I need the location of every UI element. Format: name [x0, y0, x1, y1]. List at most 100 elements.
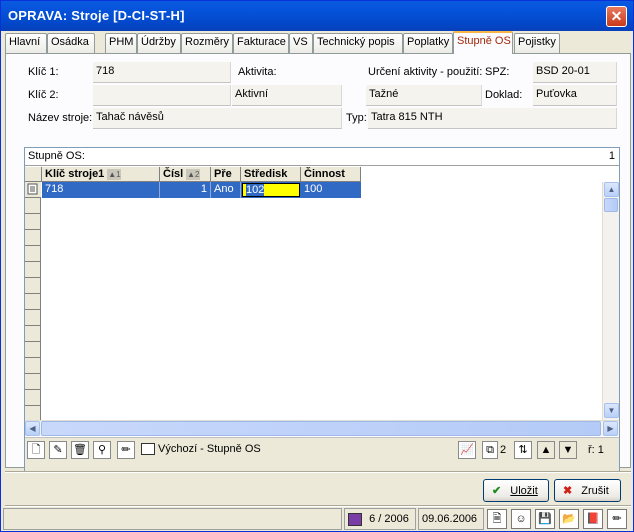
nazev-label: Název stroje: [28, 112, 93, 124]
cell-cislo[interactable]: 1 [160, 182, 211, 198]
row-indicator [25, 342, 41, 358]
scroll-down-icon[interactable]: ▼ [604, 403, 619, 418]
save-label: Uložit [510, 485, 538, 497]
move-down-icon[interactable]: ▼ [559, 441, 577, 459]
typ-field[interactable]: Tatra 815 NTH [368, 108, 617, 129]
urceni-field[interactable]: Tažné [366, 85, 482, 106]
copy-icon[interactable]: ⧉ [482, 441, 498, 459]
doklad-label: Doklad: [485, 89, 523, 101]
nazev-field[interactable]: Tahač návěsů [93, 108, 342, 129]
cell-cinnost[interactable]: 100 [301, 182, 361, 198]
tab-stupne-os[interactable]: Stupně OS [453, 31, 513, 54]
window-title: OPRAVA: Stroje [D-CI-ST-H] [8, 8, 185, 23]
col-header-klic-stroje[interactable]: Klíč stroje1 ▲1 [42, 167, 160, 182]
col-header-label: Čísl [163, 168, 184, 180]
col-header-stredisko[interactable]: Středisk [241, 167, 301, 182]
col-header-pre[interactable]: Pře [211, 167, 241, 182]
edit-record-icon[interactable]: ✎ [49, 441, 67, 459]
view-label[interactable]: Výchozí - Stupně OS [158, 443, 261, 455]
record-position: ř: 1 [588, 444, 604, 456]
grid-corner [25, 167, 42, 182]
cancel-button[interactable]: ✖ Zrušit [554, 479, 621, 502]
separator [5, 471, 631, 473]
row-indicator [25, 246, 41, 262]
delete-record-icon[interactable]: 🗑 [71, 441, 89, 459]
aktivita-field[interactable]: Aktivní [232, 85, 342, 106]
tab-rozmery[interactable]: Rozměry [181, 33, 233, 53]
row-indicator-column [25, 182, 41, 422]
urceni-label: Určení aktivity - použití: [368, 66, 483, 78]
status-bar: 6 / 2006 09.06.2006 🗎 ☺ 💾 📂 📕 ✏ [3, 507, 631, 531]
print-preview-icon[interactable]: 🗎 [487, 509, 507, 529]
close-button[interactable]: ✕ [606, 6, 627, 27]
aktivita-label: Aktivita: [238, 66, 277, 78]
tab-panel: Klíč 1: 718 Aktivita: Určení aktivity - … [5, 53, 631, 473]
spz-field[interactable]: BSD 20-01 [533, 62, 617, 83]
pencil-icon[interactable]: ✏ [117, 441, 135, 459]
chart-icon[interactable]: 📈 [458, 441, 476, 459]
cancel-icon: ✖ [563, 485, 573, 497]
tab-technicky-popis[interactable]: Technický popis [313, 33, 403, 53]
vertical-scroll-thumb[interactable] [604, 198, 618, 212]
tab-poplatky[interactable]: Poplatky [403, 33, 453, 53]
scroll-right-icon[interactable]: ▶ [603, 421, 618, 436]
check-icon: ✔ [492, 485, 502, 497]
calendar-icon [348, 513, 362, 526]
klic1-label: Klíč 1: [28, 66, 59, 78]
row-indicator [25, 374, 41, 390]
title-bar: OPRAVA: Stroje [D-CI-ST-H] ✕ [1, 1, 633, 31]
sort-indicator: ▲1 [107, 168, 122, 180]
cell-pre[interactable]: Ano [211, 182, 241, 198]
tab-vs[interactable]: VS [289, 33, 313, 53]
row-indicator [25, 278, 41, 294]
tab-udrzby[interactable]: Údržby [137, 33, 181, 53]
edit-pencil-icon[interactable]: ✏ [607, 509, 627, 529]
cell-stredisko-text: 102 [246, 184, 265, 196]
klic1-field[interactable]: 718 [93, 62, 231, 83]
status-period: 6 / 2006 [344, 508, 416, 530]
scroll-left-icon[interactable]: ◀ [25, 421, 40, 436]
row-indicator [25, 230, 41, 246]
tab-hlavni[interactable]: Hlavní [5, 33, 47, 53]
move-up-icon[interactable]: ▲ [537, 441, 555, 459]
tab-fakturace[interactable]: Fakturace [233, 33, 289, 53]
grid-toolbar: 🗋 ✎ 🗑 ⚲ ✏ Výchozí - Stupně OS 📈 ⧉ 2 ⇅ ▲ … [25, 437, 619, 472]
horizontal-scroll-thumb[interactable] [41, 421, 601, 436]
user-icon[interactable]: ☺ [511, 509, 531, 529]
status-date: 09.06.2006 [418, 508, 484, 530]
row-indicator [25, 358, 41, 374]
columns-icon[interactable]: ⇅ [514, 441, 532, 459]
klic2-field[interactable] [93, 85, 231, 106]
save-disk-icon[interactable]: 💾 [535, 509, 555, 529]
col-header-cislo[interactable]: Čísl ▲2 [160, 167, 211, 182]
col-header-cinnost[interactable]: Činnost [301, 167, 361, 182]
copy-count: 2 [500, 444, 507, 456]
tab-pojistky[interactable]: Pojistky [514, 33, 560, 53]
tab-strip: Hlavní Osádka PHM Údržby Rozměry Faktura… [5, 31, 631, 54]
grid-count: 1 [608, 150, 615, 162]
doklad-field[interactable]: Puťovka [533, 85, 617, 106]
row-indicator [25, 326, 41, 342]
cell-klic-stroje[interactable]: 718 [42, 182, 160, 198]
spz-label: SPZ: [485, 66, 510, 78]
book-icon[interactable]: 📕 [583, 509, 603, 529]
grid-title-bar: Stupně OS: 1 [25, 148, 619, 166]
tab-osadka[interactable]: Osádka [47, 33, 95, 53]
open-folder-icon[interactable]: 📂 [559, 509, 579, 529]
status-message [3, 508, 342, 530]
sort-indicator: ▲2 [186, 168, 201, 180]
dialog-window: OPRAVA: Stroje [D-CI-ST-H] ✕ Hlavní Osád… [0, 0, 634, 532]
find-icon[interactable]: ⚲ [93, 441, 111, 459]
row-indicator-current[interactable] [25, 182, 41, 198]
new-record-icon[interactable]: 🗋 [27, 441, 45, 459]
save-button[interactable]: ✔ Uložit [483, 479, 549, 502]
vertical-scrollbar[interactable]: ▲ ▼ [602, 182, 619, 420]
tab-phm[interactable]: PHM [105, 33, 137, 53]
typ-label: Typ: [346, 112, 367, 124]
horizontal-scrollbar[interactable]: ◀ ▶ [25, 420, 619, 436]
cell-stredisko-editor[interactable]: 102 [242, 183, 300, 197]
row-indicator [25, 262, 41, 278]
row-indicator [25, 294, 41, 310]
col-header-label: Klíč stroje1 [45, 168, 105, 180]
scroll-up-icon[interactable]: ▲ [604, 182, 619, 197]
